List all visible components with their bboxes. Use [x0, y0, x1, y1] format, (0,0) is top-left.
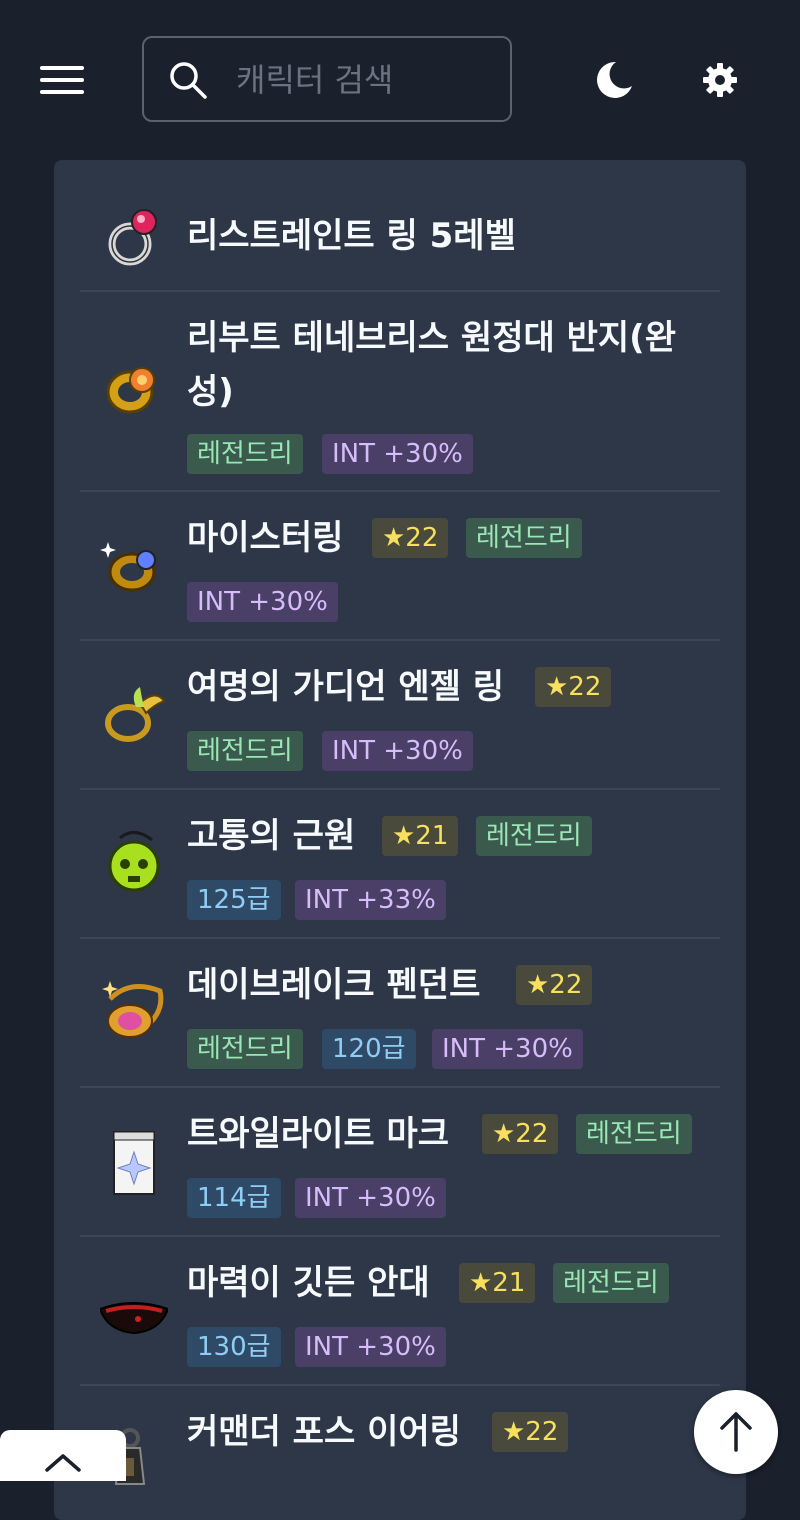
legendary-badge: 레전드리 [553, 1263, 669, 1303]
stat-badge: INT +33% [295, 880, 446, 920]
app-header [0, 0, 800, 160]
ring-icon [105, 687, 166, 742]
skull-pendant-icon [108, 831, 160, 892]
pendant-icon [102, 981, 164, 1038]
equipment-list: 리스트레인트 링 5레벨 리부트 테네브리스 원정대 반지(완 성) 레전드리 … [54, 160, 746, 1520]
list-item[interactable]: 커맨더 포스 이어링 ★22 [80, 1386, 720, 1520]
item-name: 성) [187, 372, 234, 412]
item-name: 고통의 근원 [187, 816, 356, 856]
bottom-drawer-toggle[interactable] [0, 1430, 126, 1481]
item-name: 리부트 테네브리스 원정대 반지(완 [187, 318, 676, 358]
hamburger-menu-icon[interactable] [40, 66, 84, 94]
search-input[interactable] [234, 56, 498, 104]
legendary-badge: 레전드리 [466, 518, 582, 558]
chevron-up-icon [45, 1454, 81, 1472]
search-bar[interactable] [142, 36, 512, 122]
star-badge: ★22 [535, 667, 612, 707]
item-name: 트와일라이트 마크 [187, 1114, 450, 1154]
list-item[interactable]: 마이스터링 ★22 레전드리 INT +30% [80, 492, 720, 641]
stat-badge: INT +30% [322, 434, 473, 474]
list-item[interactable]: 여명의 가디언 엔젤 링 ★22 레전드리 INT +30% [80, 641, 720, 790]
item-name: 커맨더 포스 이어링 [187, 1412, 461, 1452]
star-badge: ★22 [372, 518, 449, 558]
star-badge: ★21 [459, 1263, 536, 1303]
item-name: 리스트레인트 링 5레벨 [187, 216, 516, 256]
list-item[interactable]: 데이브레이크 펜던트 ★22 레전드리 120급 INT +30% [80, 939, 720, 1088]
list-item[interactable]: 트와일라이트 마크 ★22 레전드리 114급 INT +30% [80, 1088, 720, 1237]
ring-icon [100, 542, 156, 592]
tier-badge: 114급 [187, 1178, 281, 1218]
star-badge: ★22 [492, 1412, 569, 1452]
stat-badge: INT +30% [295, 1327, 446, 1367]
star-badge: ★21 [382, 816, 459, 856]
search-icon [170, 62, 207, 99]
tier-badge: 125급 [187, 880, 281, 920]
list-item[interactable]: 리부트 테네브리스 원정대 반지(완 성) 레전드리 INT +30% [80, 292, 720, 492]
item-name: 마력이 깃든 안대 [187, 1263, 430, 1303]
tier-badge: 120급 [322, 1029, 416, 1069]
list-item[interactable]: 리스트레인트 링 5레벨 [80, 160, 720, 292]
badge-icon [113, 1131, 155, 1195]
stat-badge: INT +30% [322, 731, 473, 771]
item-name: 데이브레이크 펜던트 [187, 965, 481, 1005]
item-name: 여명의 가디언 엔젤 링 [187, 667, 505, 707]
star-badge: ★22 [482, 1114, 559, 1154]
legendary-badge: 레전드리 [476, 816, 592, 856]
scroll-to-top-button[interactable] [694, 1390, 778, 1474]
list-item[interactable]: 마력이 깃든 안대 ★21 레전드리 130급 INT +30% [80, 1237, 720, 1386]
legendary-badge: 레전드리 [187, 731, 303, 771]
eyepatch-icon [100, 1302, 168, 1335]
list-item[interactable]: 고통의 근원 ★21 레전드리 125급 INT +33% [80, 790, 720, 939]
gear-icon[interactable] [702, 62, 738, 98]
moon-icon[interactable] [594, 60, 634, 100]
star-badge: ★22 [516, 965, 593, 1005]
item-name: 마이스터링 [187, 518, 344, 558]
tier-badge: 130급 [187, 1327, 281, 1367]
ring-icon [108, 209, 157, 266]
stat-badge: INT +30% [187, 582, 338, 622]
legendary-badge: 레전드리 [576, 1114, 692, 1154]
legendary-badge: 레전드리 [187, 434, 303, 474]
stat-badge: INT +30% [295, 1178, 446, 1218]
arrow-up-icon [720, 1412, 752, 1452]
legendary-badge: 레전드리 [187, 1029, 303, 1069]
stat-badge: INT +30% [432, 1029, 583, 1069]
ring-icon [106, 367, 155, 414]
